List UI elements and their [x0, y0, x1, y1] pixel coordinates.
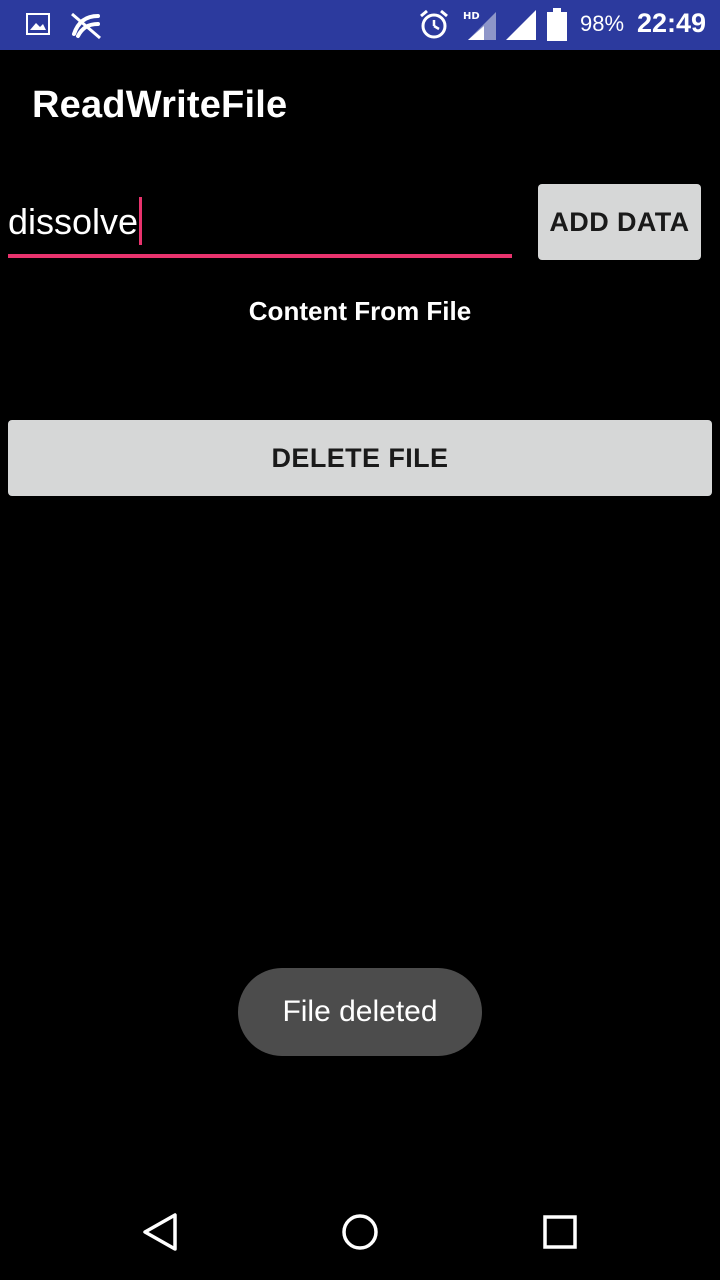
input-underline: [8, 254, 512, 258]
alarm-icon: [418, 9, 450, 46]
add-data-button[interactable]: ADD DATA: [538, 184, 701, 260]
recents-icon[interactable]: [540, 1212, 580, 1252]
content-from-file-label: Content From File: [248, 296, 472, 326]
app-title: ReadWriteFile: [32, 84, 288, 126]
data-input-field[interactable]: dissolve: [8, 190, 512, 258]
signal-icon: [504, 8, 538, 47]
battery-percent: 98%: [580, 11, 625, 36]
delete-file-button[interactable]: DELETE FILE: [8, 420, 712, 496]
image-icon: [26, 13, 50, 40]
data-input[interactable]: dissolve: [8, 190, 512, 254]
clock-time: 22:49: [637, 8, 707, 38]
toast-message: File deleted: [238, 968, 482, 1056]
back-icon[interactable]: [140, 1212, 180, 1252]
hd-signal-icon: HD: [462, 8, 498, 47]
input-value: dissolve: [8, 201, 139, 242]
svg-text:HD: HD: [463, 11, 480, 22]
home-icon[interactable]: [340, 1212, 380, 1252]
no-sync-icon: [68, 10, 104, 45]
text-caret: [139, 197, 143, 246]
battery-icon: [546, 8, 568, 47]
navigation-bar: [0, 1182, 720, 1280]
status-bar: HD 98% 22:49: [0, 0, 720, 50]
screen: HD 98% 22:49 ReadWriteFile dissolve ADD …: [0, 0, 720, 1280]
